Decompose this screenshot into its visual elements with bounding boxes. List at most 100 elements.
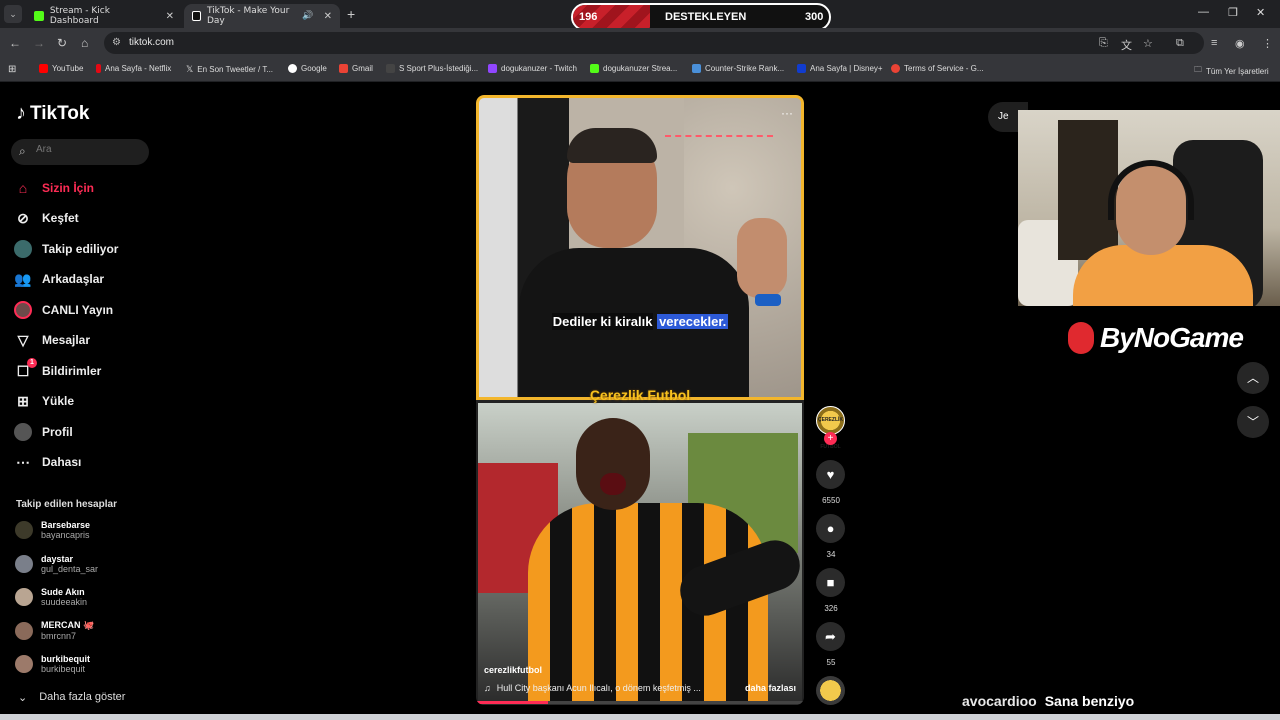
close-tab-icon[interactable]: ✕: [166, 11, 174, 22]
speaker-icon[interactable]: 🔊: [302, 11, 313, 21]
profile-icon: [14, 423, 32, 441]
avatar: [15, 588, 33, 606]
next-video-button[interactable]: ﹀: [1237, 406, 1269, 438]
supporter-bar: 196 DESTEKLEYEN 300: [571, 3, 831, 31]
menu-icon[interactable]: ⋮: [1262, 37, 1273, 50]
tab-title: Stream - Kick Dashboard: [49, 6, 110, 26]
music-note-icon: ♫: [484, 683, 491, 693]
search-input[interactable]: [36, 144, 136, 155]
bookmarks-bar: ⊞ YouTube Ana Sayfa - Netflix 𝕏 En Son Tw…: [0, 58, 1280, 82]
bookmark-ssport[interactable]: S Sport Plus-İstediği...: [386, 64, 478, 73]
bookmark-cs[interactable]: Counter-Strike Rank...: [692, 64, 784, 73]
more-icon: ⋯: [16, 453, 30, 470]
compass-icon: ⊘: [17, 209, 29, 226]
x-icon: 𝕏: [186, 64, 194, 74]
tab-tiktok[interactable]: TikTok - Make Your Day 🔊 ✕: [184, 4, 340, 28]
video-progress-bar[interactable]: [476, 701, 804, 704]
minimize-icon[interactable]: —: [1198, 6, 1209, 18]
nav-for-you[interactable]: ⌂ Sizin İçin: [14, 179, 94, 197]
supporter-count-left: 196: [579, 11, 598, 23]
restore-icon[interactable]: ❐: [1228, 6, 1238, 19]
star-icon[interactable]: ☆: [1143, 37, 1153, 50]
reload-icon[interactable]: ↻: [57, 36, 67, 50]
bookmark-google[interactable]: Google: [288, 64, 327, 73]
nav-notifications[interactable]: ☐ 1 Bildirimler: [14, 358, 101, 380]
followed-account[interactable]: MERCAN 🐙 bmrcnn7: [15, 620, 94, 641]
music-disc-icon[interactable]: [816, 676, 845, 705]
video-author[interactable]: cerezlikfutbol: [484, 665, 542, 675]
home-icon[interactable]: ⌂: [81, 36, 88, 50]
avatar: [15, 555, 33, 573]
install-icon[interactable]: ⎘: [1099, 37, 1108, 50]
nav-live[interactable]: CANLI Yayın: [14, 301, 113, 319]
nav-following[interactable]: Takip ediliyor: [14, 240, 118, 258]
bookmark-disney[interactable]: Ana Sayfa | Disney+: [797, 64, 883, 73]
avatar: [15, 621, 33, 640]
followed-account[interactable]: Sude Akın suudeeakin: [15, 587, 87, 607]
tab-search-icon[interactable]: ⌄: [4, 5, 22, 23]
like-count: 6550: [822, 496, 840, 505]
video-player[interactable]: ··· Dediler ki kiralık verecekler. Çerez…: [476, 95, 804, 705]
tiktok-note-icon: ♪: [16, 102, 26, 124]
bookmark-twitch[interactable]: dogukanuzer - Twitch: [488, 64, 577, 73]
all-bookmarks[interactable]: 🗀 Tüm Yer İşaretleri: [1194, 64, 1269, 78]
maps-pin-icon: [891, 64, 900, 73]
bookmark-label: dogukanuzer - Twitch: [501, 64, 577, 73]
creator-avatar[interactable]: ÇEREZLİK FUTBOL: [816, 406, 845, 450]
man-hair: [567, 128, 657, 163]
show-more-accounts[interactable]: ⌄ Daha fazla göster: [18, 691, 125, 704]
new-tab-button[interactable]: +: [347, 6, 355, 22]
bookmark-twitter[interactable]: 𝕏 En Son Tweetler / T...: [186, 64, 273, 75]
close-window-icon[interactable]: ✕: [1256, 6, 1265, 19]
avatar: [15, 655, 33, 673]
like-button[interactable]: ♥: [816, 460, 845, 489]
account-name: Sude Akın: [41, 587, 85, 597]
avatar: [15, 521, 33, 539]
bookmark-terms[interactable]: Terms of Service - G...: [891, 64, 984, 73]
translate-icon[interactable]: 文: [1121, 37, 1132, 53]
see-more-link[interactable]: daha fazlası: [745, 683, 796, 693]
bookmark-youtube[interactable]: YouTube: [39, 64, 83, 73]
forward-icon[interactable]: →: [33, 36, 45, 50]
followed-account[interactable]: Barsebarse bayancapris: [15, 520, 90, 540]
google-icon: [288, 64, 297, 73]
bookmark-button[interactable]: ■: [816, 568, 845, 597]
tab-kick-dashboard[interactable]: Stream - Kick Dashboard ✕: [26, 4, 182, 28]
comment-button[interactable]: ●: [816, 514, 845, 543]
share-button[interactable]: ➦: [816, 622, 845, 651]
bookmark-label: Ana Sayfa | Disney+: [810, 64, 883, 73]
follow-plus-icon[interactable]: +: [824, 432, 837, 445]
account-name: daystar: [41, 554, 74, 564]
address-bar[interactable]: ⚙ tiktok.com: [104, 32, 1204, 54]
close-tab-icon[interactable]: ✕: [324, 11, 332, 22]
chevron-down-icon: ⌄: [18, 692, 28, 704]
extensions-icon[interactable]: ⧉: [1176, 37, 1184, 50]
url-text[interactable]: tiktok.com: [129, 37, 174, 48]
more-options-icon[interactable]: ···: [781, 106, 793, 120]
nav-explore[interactable]: ⊘ Keşfet: [14, 209, 79, 227]
nav-label: Yükle: [42, 394, 75, 408]
video-progress-fill: [476, 701, 549, 704]
back-icon[interactable]: ←: [9, 36, 21, 50]
nav-profile[interactable]: Profil: [14, 423, 73, 441]
nav-more[interactable]: ⋯ Dahası: [14, 453, 81, 471]
nav-messages[interactable]: ▽ Mesajlar: [14, 331, 90, 349]
followed-account[interactable]: burkibequit burkibequit: [15, 654, 90, 674]
video-top-frame: ··· Dediler ki kiralık verecekler.: [476, 95, 804, 400]
apps-icon[interactable]: ⊞: [8, 64, 16, 75]
bookmark-gmail[interactable]: Gmail: [339, 64, 373, 73]
nav-label: Mesajlar: [42, 333, 91, 347]
search-box[interactable]: ⌕: [11, 139, 149, 165]
bookmark-netflix[interactable]: Ana Sayfa - Netflix: [96, 64, 171, 73]
media-icon[interactable]: ≡: [1211, 37, 1217, 49]
nav-upload[interactable]: ⊞ Yükle: [14, 392, 74, 410]
bookmark-kick[interactable]: dogukanuzer Strea...: [590, 64, 677, 73]
tiktok-logo[interactable]: ♪ TikTok: [16, 102, 89, 125]
followed-account[interactable]: daystar gul_denta_sar: [15, 554, 98, 574]
bottom-strip: [0, 714, 1280, 720]
site-info-icon[interactable]: ⚙: [112, 37, 121, 48]
nav-label: Takip ediliyor: [42, 242, 119, 256]
previous-video-button[interactable]: ︿: [1237, 362, 1269, 394]
nav-friends[interactable]: 👥 Arkadaşlar: [14, 270, 104, 288]
profile-avatar-icon[interactable]: ◉: [1235, 37, 1245, 50]
